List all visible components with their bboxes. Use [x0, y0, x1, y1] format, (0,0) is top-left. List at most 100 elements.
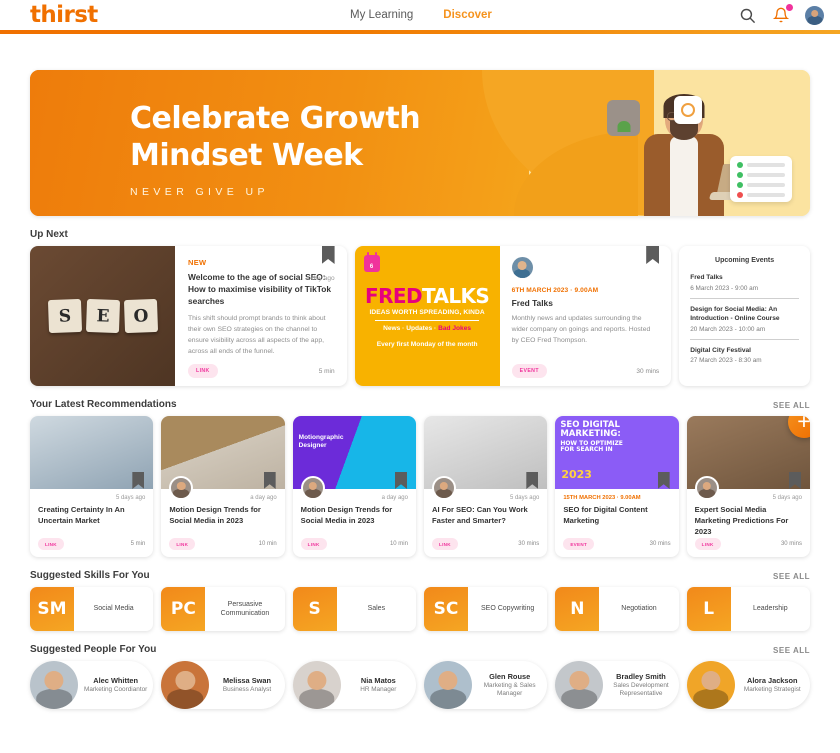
poster-title-fred: FRED [365, 284, 423, 308]
search-icon[interactable] [737, 5, 757, 25]
person-name: Bradley Smith [616, 671, 666, 681]
bell-icon[interactable] [771, 4, 793, 25]
skill-label: Sales [367, 605, 386, 613]
person-name: Alec Whitten [93, 675, 139, 685]
duration-label: 30 mins [518, 541, 540, 547]
person-card[interactable]: Alora Jackson Marketing Strategist [686, 661, 810, 709]
content-type-pill: LINK [431, 538, 458, 550]
author-avatar [431, 476, 456, 500]
up-next-list: S E O NEW a day ago Welcome to the age o… [30, 246, 811, 386]
poster-title: FREDTALKS [365, 284, 490, 308]
content-type-pill: LINK [38, 538, 64, 550]
page-content: Celebrate Growth Mindset Week NEVER GIVE… [0, 70, 840, 709]
profile-avatar[interactable] [805, 5, 824, 25]
author-avatar [694, 476, 719, 500]
person-card[interactable]: Melissa Swan Business Analyst [161, 661, 285, 709]
upcoming-event-item[interactable]: Fred Talks 6 March 2023 - 9:00 am [690, 273, 800, 299]
people-list: Alec Whitten Marketing Coordiantor Melis… [30, 661, 810, 709]
scrabble-tile: S [47, 298, 82, 334]
people-header: Suggested People For You SEE ALL [30, 644, 810, 655]
card-title: SEO for Digital Content Marketing [563, 505, 648, 525]
skill-card[interactable]: N Negotiation [555, 587, 679, 631]
main-nav: My Learning Discover [350, 9, 492, 21]
see-all-recommendations[interactable]: SEE ALL [773, 401, 810, 410]
content-type-pill: LINK [188, 364, 218, 378]
person-avatar [161, 661, 210, 709]
skill-label: Negotiation [621, 605, 657, 613]
hero-checklist-card-icon [730, 156, 792, 202]
skill-card[interactable]: L Leadership [686, 587, 810, 631]
card-title: Motion Design Trends for Social Media in… [300, 505, 393, 525]
hero-brain-card-icon [674, 96, 702, 124]
person-role: Marketing Coordiantor [84, 685, 148, 693]
person-role: Marketing & Sales Manager [483, 681, 536, 697]
skill-card[interactable]: SM Social Media [30, 587, 154, 631]
up-next-card-fred-talks[interactable]: 6 FREDTALKS IDEAS WORTH SPREADING, KINDA… [354, 246, 672, 386]
content-type-pill: LINK [694, 538, 721, 550]
thumbnail-caption: SEO DIGITAL MARKETING: HOW TO OPTIMIZE FOR … [560, 420, 623, 454]
up-next-header: Up Next [30, 229, 810, 240]
skills-header: Suggested Skills For You SEE ALL [30, 570, 810, 581]
person-name: Glen Rouse [489, 671, 531, 681]
upcoming-event-item[interactable]: Digital City Festival 27 March 2023 - 8:… [690, 346, 799, 371]
skill-card[interactable]: S Sales [292, 587, 416, 631]
person-avatar [555, 661, 604, 709]
person-card[interactable]: Alec Whitten Marketing Coordiantor [30, 661, 154, 709]
poster-tagline: IDEAS WORTH SPREADING, KINDA [369, 309, 485, 316]
scrabble-tile: E [85, 298, 120, 334]
recommendation-card[interactable]: Motiongraphic Designer a day ago Motion D… [292, 416, 416, 557]
skill-initials: SC [423, 587, 468, 631]
brand-logo[interactable]: thirst [30, 2, 98, 28]
hero-title-line2: Mindset Week [130, 137, 363, 173]
see-all-people[interactable]: SEE ALL [773, 646, 810, 655]
hero-plant-card-icon [607, 100, 640, 136]
upcoming-events-panel: Upcoming Events Fred Talks 6 March 2023 … [679, 246, 811, 386]
event-name: Digital City Festival [690, 346, 752, 354]
upcoming-event-item[interactable]: Design for Social Media: An Introduction… [690, 305, 800, 340]
upcoming-events-heading: Upcoming Events [715, 257, 775, 264]
duration-label: 5 min [318, 367, 335, 375]
time-ago: a day ago [306, 275, 335, 282]
person-role: Business Analyst [222, 685, 272, 693]
person-card[interactable]: Bradley Smith Sales Development Represen… [555, 661, 679, 709]
person-card[interactable]: Nia Matos HR Manager [292, 661, 416, 709]
event-datetime: 15TH MARCH 2023 · 9.00AM [563, 495, 641, 501]
up-next-card-seo[interactable]: S E O NEW a day ago Welcome to the age o… [30, 246, 347, 386]
recommendation-card[interactable]: 5 days ago Creating Certainty In An Unce… [30, 416, 154, 557]
event-datetime: 6TH MARCH 2023 · 9.00AM [511, 287, 599, 294]
duration-label: 30 mins [636, 367, 660, 375]
duration-label: 30 mins [649, 541, 671, 547]
person-avatar [686, 661, 735, 709]
skill-card[interactable]: PC Persuasive Communication [161, 587, 285, 631]
recommendation-card[interactable]: 5 days ago AI For SEO: Can You Work Fast… [423, 416, 548, 557]
recommendations-list: 5 days ago Creating Certainty In An Unce… [30, 416, 810, 557]
skill-initials: S [292, 587, 337, 631]
see-all-skills[interactable]: SEE ALL [773, 572, 810, 581]
card-poster: 6 FREDTALKS IDEAS WORTH SPREADING, KINDA… [354, 246, 500, 386]
event-when: 6 March 2023 - 9:00 am [690, 284, 759, 292]
nav-item-my-learning[interactable]: My Learning [350, 9, 413, 21]
person-avatar [292, 661, 341, 709]
thumbnail-year: 2023 [561, 468, 592, 481]
card-thumbnail: S E O [30, 246, 175, 386]
card-title: Fred Talks [511, 298, 553, 308]
recommendation-card[interactable]: a day ago Motion Design Trends for Socia… [161, 416, 285, 557]
duration-label: 5 min [130, 541, 146, 547]
skill-card[interactable]: SC SEO Copywriting [423, 587, 548, 631]
hero-banner[interactable]: Celebrate Growth Mindset Week NEVER GIVE… [30, 70, 810, 216]
person-card[interactable]: Glen Rouse Marketing & Sales Manager [423, 661, 548, 709]
skill-initials: PC [161, 587, 206, 631]
recommendation-card[interactable]: + 5 days ago Expert Social Media Marketi… [686, 416, 810, 557]
poster-title-talks: TALKS [421, 284, 490, 308]
duration-label: 10 min [389, 541, 408, 547]
bookmark-icon[interactable] [646, 246, 660, 264]
skill-label: Social Media [93, 605, 134, 613]
recommendation-card[interactable]: SEO DIGITAL MARKETING: HOW TO OPTIMIZE FOR … [555, 416, 679, 557]
nav-item-discover[interactable]: Discover [443, 9, 492, 21]
thumbnail-caption: Motiongraphic Designer [298, 434, 344, 449]
person-role: HR Manager [360, 685, 397, 693]
skill-label: SEO Copywriting [481, 605, 535, 613]
author-avatar [300, 476, 325, 500]
time-ago: 5 days ago [115, 495, 146, 501]
header-actions [737, 4, 824, 25]
